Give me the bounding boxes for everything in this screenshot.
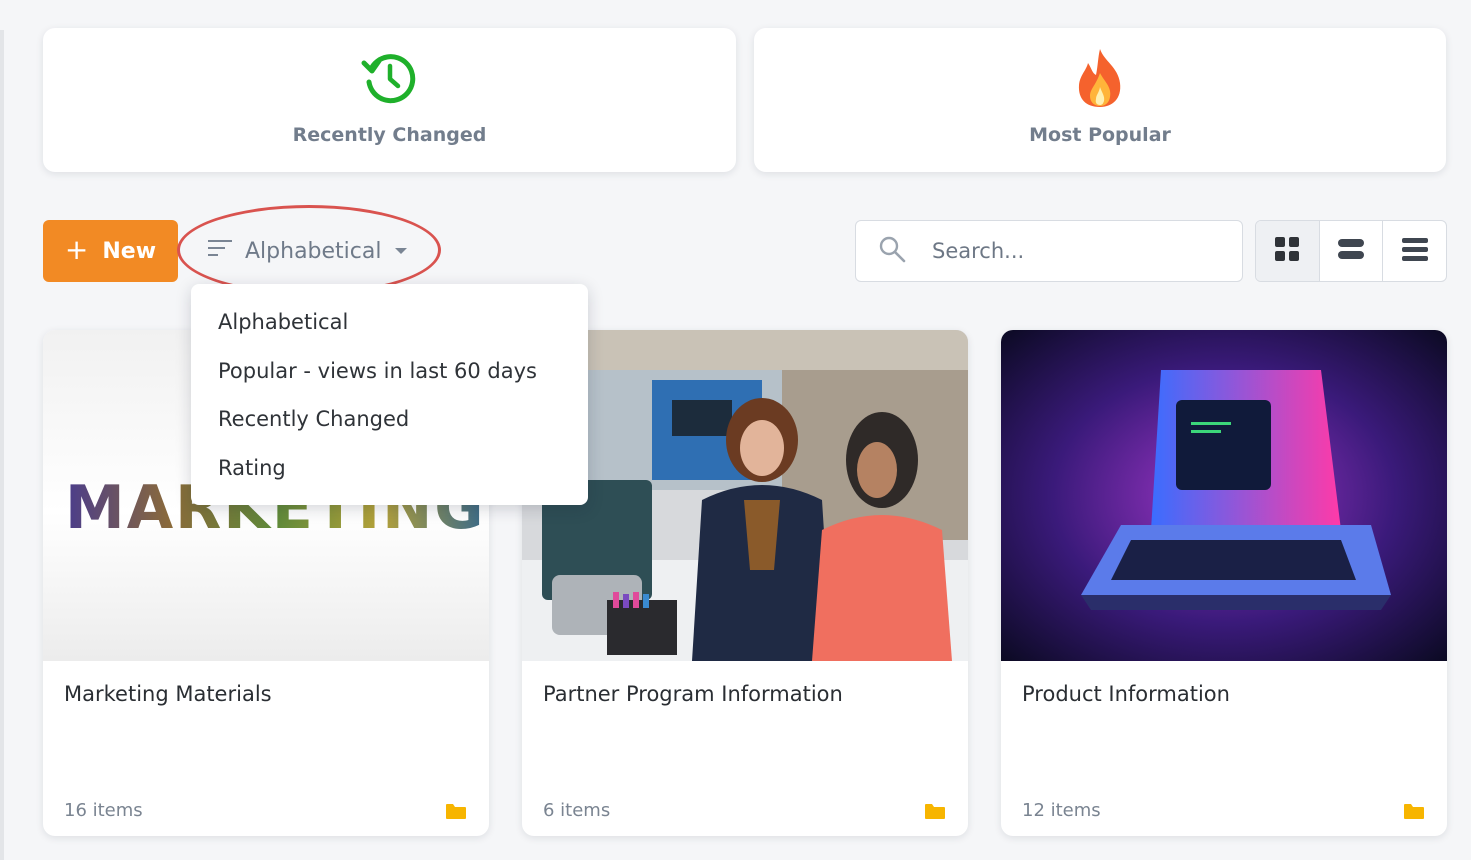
new-button-label: New	[102, 238, 157, 264]
sort-option-rating[interactable]: Rating	[191, 444, 588, 493]
most-popular-label: Most Popular	[1029, 124, 1171, 146]
history-clock-icon	[360, 48, 420, 108]
list-view-button[interactable]	[1383, 221, 1446, 281]
new-button[interactable]: + New	[43, 220, 178, 282]
sort-dropdown-menu: Alphabetical Popular - views in last 60 …	[191, 284, 588, 505]
folder-card[interactable]: Product Information 12 items	[1001, 330, 1447, 836]
plus-icon: +	[64, 232, 89, 266]
folder-item-count: 6 items	[543, 800, 611, 821]
folder-title: Marketing Materials	[64, 682, 272, 706]
folder-icon	[445, 803, 467, 824]
folder-title: Partner Program Information	[543, 682, 843, 706]
rows-icon	[1337, 237, 1365, 265]
flame-icon	[1070, 48, 1130, 108]
recently-changed-card[interactable]: Recently Changed	[43, 28, 736, 172]
list-icon	[1401, 236, 1429, 266]
search-box[interactable]	[855, 220, 1243, 282]
folder-icon	[924, 803, 946, 824]
sort-option-popular[interactable]: Popular - views in last 60 days	[191, 347, 588, 396]
most-popular-card[interactable]: Most Popular	[754, 28, 1446, 172]
recently-changed-label: Recently Changed	[292, 124, 487, 146]
annotation-highlight-ellipse	[177, 205, 441, 295]
search-input[interactable]	[932, 239, 1222, 263]
grid-icon	[1274, 236, 1300, 266]
folder-thumbnail-retro-computer	[1001, 330, 1447, 661]
left-rail	[0, 30, 4, 860]
sort-option-recently-changed[interactable]: Recently Changed	[191, 395, 588, 444]
grid-view-button[interactable]	[1256, 221, 1320, 281]
folder-title: Product Information	[1022, 682, 1230, 706]
folder-item-count: 16 items	[64, 800, 143, 821]
folder-item-count: 12 items	[1022, 800, 1101, 821]
search-icon	[878, 235, 906, 267]
folder-thumbnail-office-meeting	[522, 330, 968, 661]
folder-card[interactable]: Partner Program Information 6 items	[522, 330, 968, 836]
folder-icon	[1403, 803, 1425, 824]
compact-list-view-button[interactable]	[1320, 221, 1384, 281]
view-mode-toggle	[1255, 220, 1447, 282]
sort-option-alphabetical[interactable]: Alphabetical	[191, 298, 588, 347]
